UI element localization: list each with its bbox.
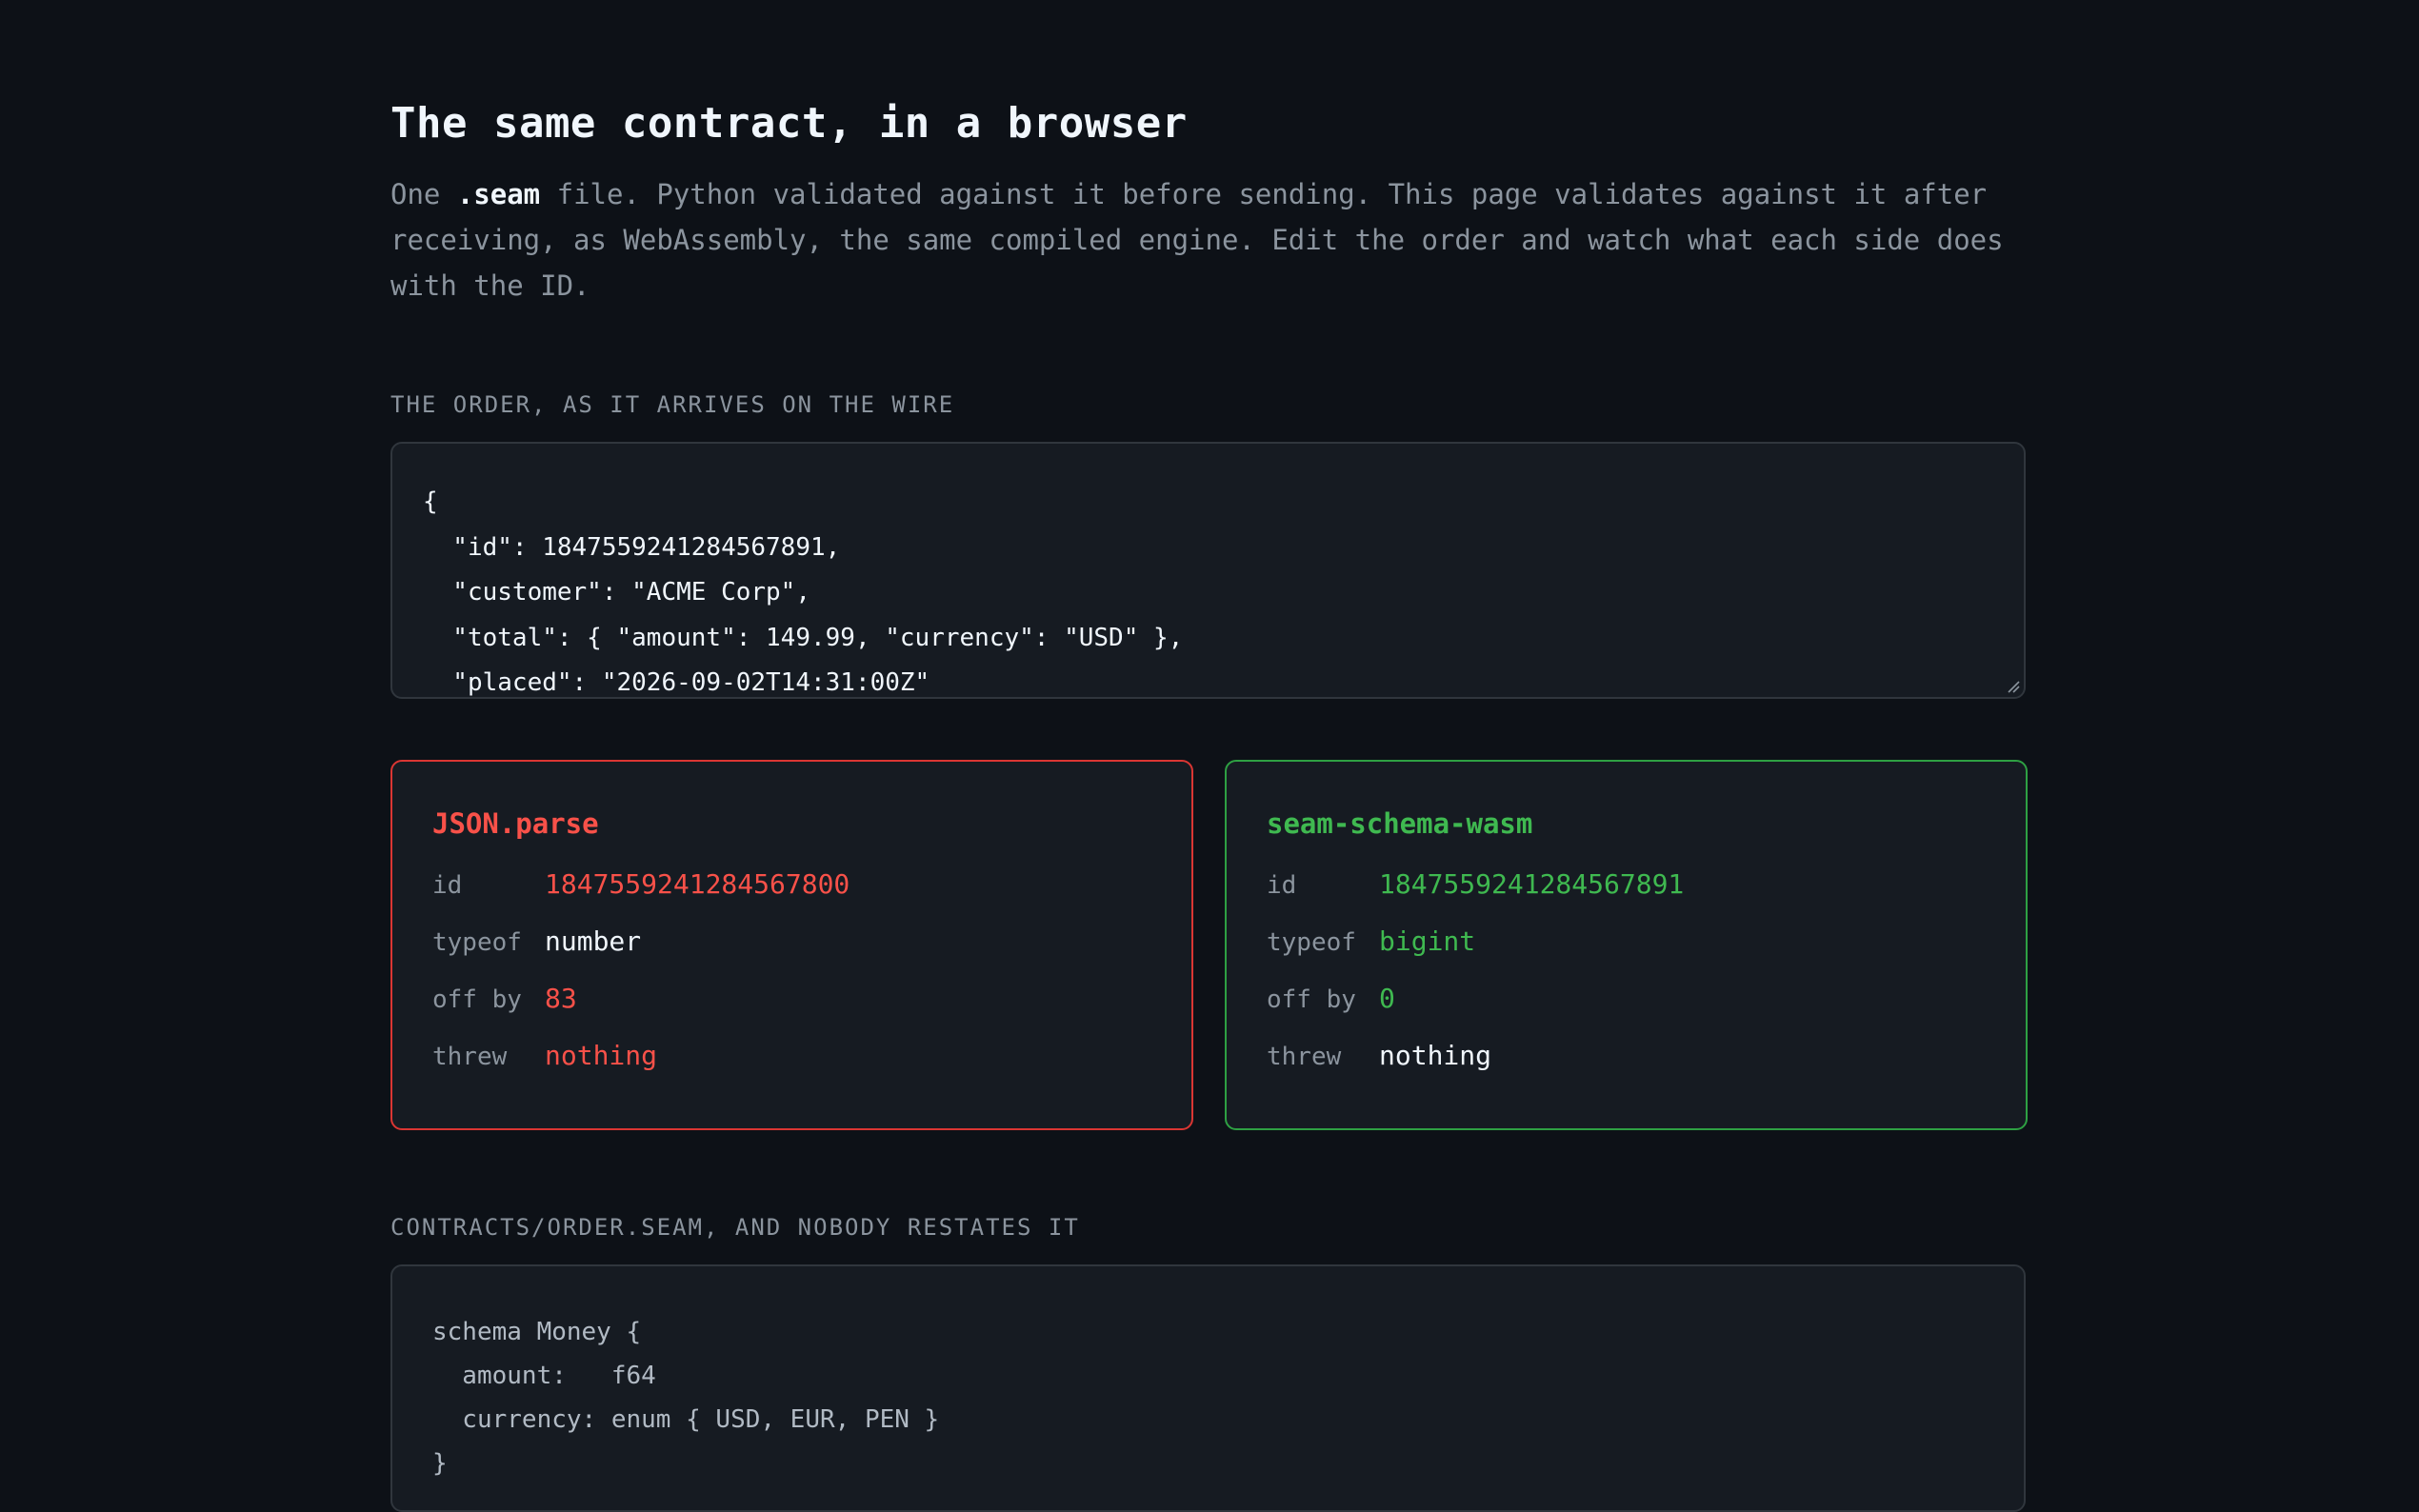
- intro-paragraph: One .seam file. Python validated against…: [390, 171, 2028, 308]
- order-json-editor[interactable]: { "id": 1847559241284567891, "customer":…: [390, 442, 2026, 699]
- editor-line: "total": { "amount": 149.99, "currency":…: [423, 623, 1184, 652]
- intro-text-rest: file. Python validated against it before…: [390, 178, 2004, 302]
- row-value: nothing: [1379, 1040, 1492, 1071]
- editor-line: "customer": "ACME Corp",: [423, 578, 810, 607]
- json-parse-row-id: id 1847559241284567800: [432, 868, 1151, 925]
- editor-line: {: [423, 487, 438, 516]
- seam-wasm-row-typeof: typeof bigint: [1267, 925, 1986, 983]
- row-value: bigint: [1379, 925, 1476, 957]
- row-value: number: [545, 925, 642, 957]
- page-title: The same contract, in a browser: [390, 99, 1188, 148]
- code-line: currency: enum { USD, EUR, PEN }: [432, 1405, 940, 1434]
- json-parse-title: JSON.parse: [432, 807, 599, 840]
- json-parse-card: JSON.parse id 1847559241284567800 typeof…: [390, 760, 1193, 1130]
- row-key: typeof: [1267, 928, 1356, 957]
- seam-wasm-row-threw: threw nothing: [1267, 1040, 1986, 1097]
- intro-text-start: One: [390, 178, 457, 210]
- schema-section-label: CONTRACTS/ORDER.SEAM, AND NOBODY RESTATE…: [390, 1214, 1080, 1241]
- row-value: nothing: [545, 1040, 658, 1071]
- code-line: }: [432, 1449, 448, 1478]
- json-parse-row-typeof: typeof number: [432, 925, 1151, 983]
- row-value: 1847559241284567800: [545, 868, 850, 900]
- code-line: amount: f64: [432, 1362, 656, 1390]
- row-key: threw: [1267, 1043, 1342, 1071]
- row-value: 1847559241284567891: [1379, 868, 1685, 900]
- seam-wasm-row-off-by: off by 0: [1267, 983, 1986, 1040]
- row-key: id: [1267, 871, 1297, 900]
- resize-grip-icon[interactable]: [2007, 680, 2020, 693]
- wire-section-label: THE ORDER, AS IT ARRIVES ON THE WIRE: [390, 391, 955, 418]
- editor-line: "placed": "2026-09-02T14:31:00Z": [423, 668, 930, 697]
- row-value: 0: [1379, 983, 1395, 1014]
- schema-code-block: schema Money { amount: f64 currency: enu…: [390, 1264, 2026, 1512]
- seam-wasm-card: seam-schema-wasm id 1847559241284567891 …: [1225, 760, 2028, 1130]
- seam-file-term: .seam: [456, 178, 541, 210]
- code-line: schema Money {: [432, 1318, 642, 1346]
- json-parse-row-threw: threw nothing: [432, 1040, 1151, 1097]
- row-key: typeof: [432, 928, 522, 957]
- json-parse-row-off-by: off by 83: [432, 983, 1151, 1040]
- row-key: off by: [1267, 985, 1356, 1014]
- editor-line: "id": 1847559241284567891,: [423, 532, 841, 562]
- row-key: threw: [432, 1043, 508, 1071]
- row-key: off by: [432, 985, 522, 1014]
- row-key: id: [432, 871, 463, 900]
- row-value: 83: [545, 983, 577, 1014]
- seam-wasm-row-id: id 1847559241284567891: [1267, 868, 1986, 925]
- seam-wasm-title: seam-schema-wasm: [1267, 807, 1533, 840]
